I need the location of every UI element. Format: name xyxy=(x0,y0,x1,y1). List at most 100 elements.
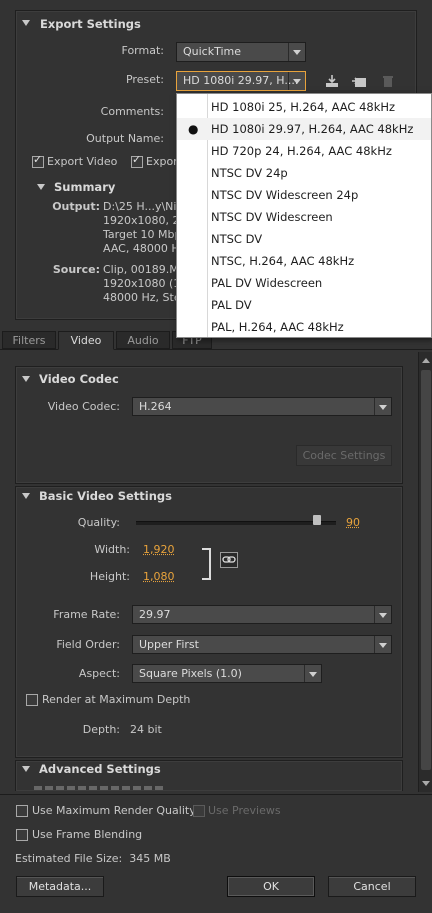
video-codec-value: H.264 xyxy=(139,400,172,413)
basic-video-collapse-icon[interactable] xyxy=(22,493,30,499)
video-codec-collapse-icon[interactable] xyxy=(22,376,30,382)
comments-label: Comments: xyxy=(60,105,164,118)
export-audio-checkbox[interactable] xyxy=(131,156,143,168)
export-video-checkbox[interactable] xyxy=(32,156,44,168)
chevron-down-icon xyxy=(374,398,391,415)
preset-option-label: HD 1080i 29.97, H.264, AAC 48kHz xyxy=(211,122,413,136)
format-label: Format: xyxy=(60,44,164,57)
codec-settings-button[interactable]: Codec Settings xyxy=(296,445,392,466)
max-render-quality-label: Use Maximum Render Quality xyxy=(32,804,196,817)
quality-label: Quality: xyxy=(30,516,120,529)
preset-option[interactable]: NTSC DV Widescreen xyxy=(177,206,431,228)
delete-preset-icon[interactable] xyxy=(380,74,396,88)
estimated-file-size: Estimated File Size: 345 MB xyxy=(15,852,171,865)
use-previews-label: Use Previews xyxy=(208,804,281,817)
tab-audio[interactable]: Audio xyxy=(116,331,170,349)
preset-option[interactable]: PAL DV xyxy=(177,294,431,316)
preset-dropdown-list: HD 1080i 25, H.264, AAC 48kHz ● HD 1080i … xyxy=(176,93,432,338)
cancel-button[interactable]: Cancel xyxy=(328,876,416,897)
preset-option-label: HD 720p 24, H.264, AAC 48kHz xyxy=(211,144,392,158)
aspect-label: Aspect: xyxy=(30,667,120,680)
use-previews-checkbox[interactable] xyxy=(193,805,205,817)
frame-rate-select[interactable]: 29.97 xyxy=(132,605,392,624)
aspect-select[interactable]: Square Pixels (1.0) xyxy=(132,664,322,683)
preset-option-label: NTSC, H.264, AAC 48kHz xyxy=(211,254,354,268)
field-order-select[interactable]: Upper First xyxy=(132,635,392,654)
field-order-value: Upper First xyxy=(139,638,199,651)
quality-value[interactable]: 90 xyxy=(346,516,360,529)
ok-button[interactable]: OK xyxy=(227,876,315,897)
preset-option-label: PAL, H.264, AAC 48kHz xyxy=(211,320,344,334)
preset-value: HD 1080i 29.97, H.... xyxy=(183,74,298,87)
preset-option[interactable]: HD 720p 24, H.264, AAC 48kHz xyxy=(177,140,431,162)
preset-select[interactable]: HD 1080i 29.97, H.... xyxy=(176,71,306,91)
output-name-label: Output Name: xyxy=(60,132,164,145)
depth-label: Depth: xyxy=(30,723,120,736)
scroll-down-icon[interactable] xyxy=(422,781,430,786)
link-bracket xyxy=(202,548,211,580)
preset-option-label: HD 1080i 25, H.264, AAC 48kHz xyxy=(211,100,395,114)
format-value: QuickTime xyxy=(183,45,241,58)
source-line: Clip, 00189.MT xyxy=(103,263,185,276)
height-value[interactable]: 1,080 xyxy=(143,570,175,583)
preset-option[interactable]: NTSC DV xyxy=(177,228,431,250)
tab-filters[interactable]: Filters xyxy=(2,331,56,349)
chain-link-icon[interactable] xyxy=(220,552,238,568)
preset-option-label: NTSC DV 24p xyxy=(211,166,288,180)
preset-option[interactable]: NTSC, H.264, AAC 48kHz xyxy=(177,250,431,272)
source-line: 48000 Hz, Ster xyxy=(103,291,185,304)
render-max-depth-checkbox[interactable] xyxy=(26,694,38,706)
preset-option-label: NTSC DV Widescreen xyxy=(211,210,333,224)
output-line: D:\25 H...y\Nig xyxy=(103,200,183,213)
quality-slider-handle[interactable] xyxy=(313,515,321,525)
chevron-down-icon xyxy=(374,606,391,623)
tab-video[interactable]: Video xyxy=(58,331,114,350)
height-label: Height: xyxy=(30,570,130,583)
preset-option[interactable]: HD 1080i 25, H.264, AAC 48kHz xyxy=(177,96,431,118)
export-audio-label: Expor xyxy=(146,155,178,168)
summary-collapse-icon[interactable] xyxy=(37,184,45,190)
render-max-depth-label: Render at Maximum Depth xyxy=(42,693,190,706)
preset-option[interactable]: NTSC DV Widescreen 24p xyxy=(177,184,431,206)
frame-blending-checkbox[interactable] xyxy=(16,829,28,841)
scroll-up-icon[interactable] xyxy=(422,358,430,363)
preset-option-selected[interactable]: ● HD 1080i 29.97, H.264, AAC 48kHz xyxy=(177,118,431,140)
save-preset-icon[interactable] xyxy=(324,74,340,88)
format-select[interactable]: QuickTime xyxy=(176,42,306,62)
preset-option[interactable]: PAL, H.264, AAC 48kHz xyxy=(177,316,431,338)
depth-value: 24 bit xyxy=(130,723,162,736)
preset-option[interactable]: PAL DV Widescreen xyxy=(177,272,431,294)
chevron-down-icon xyxy=(288,43,305,61)
video-codec-select[interactable]: H.264 xyxy=(132,397,392,416)
export-video-label: Export Video xyxy=(47,155,117,168)
bottom-divider xyxy=(0,794,432,795)
preset-label: Preset: xyxy=(60,73,164,86)
video-codec-title: Video Codec xyxy=(39,372,119,386)
chevron-down-icon xyxy=(288,72,305,90)
preset-option-label: PAL DV Widescreen xyxy=(211,276,322,290)
preset-option[interactable]: NTSC DV 24p xyxy=(177,162,431,184)
max-render-quality-checkbox[interactable] xyxy=(16,805,28,817)
quality-slider-track[interactable] xyxy=(136,521,336,525)
chevron-down-icon xyxy=(304,665,321,682)
aspect-value: Square Pixels (1.0) xyxy=(139,667,242,680)
preset-option-label: PAL DV xyxy=(211,298,252,312)
frame-blending-label: Use Frame Blending xyxy=(32,828,142,841)
width-label: Width: xyxy=(30,543,130,556)
advanced-settings-title: Advanced Settings xyxy=(39,762,161,776)
preset-option-label: NTSC DV xyxy=(211,232,262,246)
selected-bullet-icon: ● xyxy=(188,118,198,140)
video-codec-label: Video Codec: xyxy=(30,400,120,413)
metadata-button[interactable]: Metadata... xyxy=(16,876,104,897)
scrollbar-thumb[interactable] xyxy=(421,370,431,770)
import-preset-icon[interactable] xyxy=(351,74,367,88)
export-settings-title: Export Settings xyxy=(40,17,141,31)
chevron-down-icon xyxy=(374,636,391,653)
export-settings-collapse-icon[interactable] xyxy=(22,20,30,26)
advanced-content-clip xyxy=(34,786,164,790)
output-line: 1920x1080, 29 xyxy=(103,214,187,227)
advanced-collapse-icon[interactable] xyxy=(22,766,30,772)
width-value[interactable]: 1,920 xyxy=(143,543,175,556)
settings-scrollbar[interactable] xyxy=(418,352,432,792)
frame-rate-label: Frame Rate: xyxy=(30,608,120,621)
